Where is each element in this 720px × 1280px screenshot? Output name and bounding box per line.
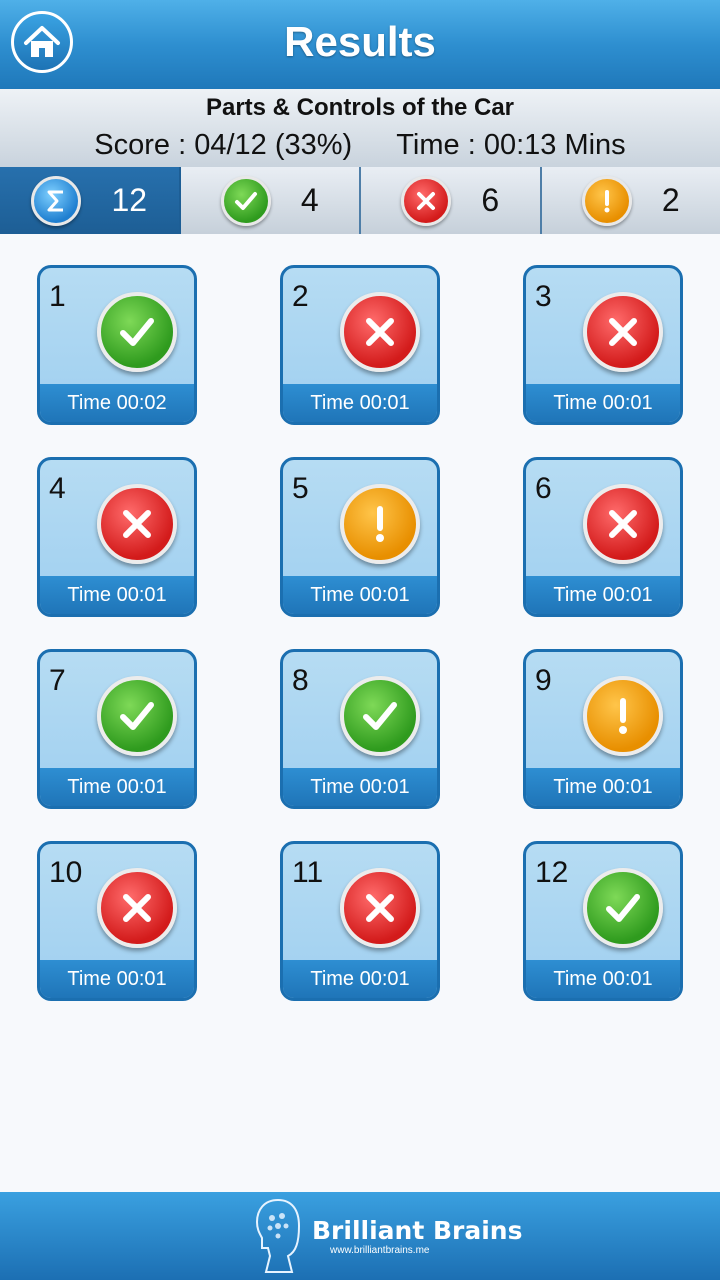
question-card[interactable]: 11 Time 00:01	[280, 841, 440, 1001]
check-icon	[340, 676, 420, 756]
score-line: Score : 04/12 (33%) Time : 00:13 Mins	[0, 129, 720, 162]
brand-url: www.brilliantbrains.me	[330, 1245, 430, 1256]
question-time: Time 00:01	[526, 768, 680, 806]
question-card[interactable]: 9 Time 00:01	[523, 649, 683, 809]
cross-icon	[583, 484, 663, 564]
cross-icon	[340, 868, 420, 948]
cross-icon	[401, 175, 452, 226]
score-text: Score : 04/12 (33%)	[94, 129, 353, 161]
header-bar: Results	[0, 0, 720, 90]
question-time: Time 00:01	[40, 576, 194, 614]
question-number: 10	[49, 856, 83, 889]
brand-logo[interactable]: Brilliant Brains www.brilliantbrains.me	[252, 1196, 523, 1276]
sigma-icon	[31, 175, 82, 226]
tab-all-count: 12	[111, 182, 148, 218]
question-number: 7	[49, 664, 66, 697]
question-time: Time 00:01	[40, 960, 194, 998]
check-icon	[97, 676, 177, 756]
question-card[interactable]: 10 Time 00:01	[37, 841, 197, 1001]
question-time: Time 00:01	[526, 960, 680, 998]
tab-wrong-count: 6	[481, 182, 500, 218]
question-card[interactable]: 5 Time 00:01	[280, 457, 440, 617]
question-time: Time 00:01	[40, 768, 194, 806]
question-number: 6	[535, 472, 552, 505]
quiz-name: Parts & Controls of the Car	[205, 94, 515, 121]
check-icon	[220, 175, 271, 226]
question-time: Time 00:01	[526, 576, 680, 614]
question-time: Time 00:02	[40, 384, 194, 422]
check-icon	[583, 868, 663, 948]
question-time: Time 00:01	[283, 384, 437, 422]
tab-all[interactable]: 12	[0, 167, 181, 234]
tab-skipped-count: 2	[661, 182, 680, 218]
question-number: 3	[535, 280, 552, 313]
footer-bar: Brilliant Brains www.brilliantbrains.me	[0, 1192, 720, 1280]
question-card[interactable]: 12 Time 00:01	[523, 841, 683, 1001]
question-card[interactable]: 3 Time 00:01	[523, 265, 683, 425]
question-card[interactable]: 6 Time 00:01	[523, 457, 683, 617]
time-text: Time : 00:13 Mins	[396, 129, 626, 161]
question-number: 9	[535, 664, 552, 697]
summary-panel: Parts & Controls of the Car Score : 04/1…	[0, 89, 720, 167]
page-title: Results	[284, 18, 436, 65]
question-card[interactable]: 8 Time 00:01	[280, 649, 440, 809]
exclamation-icon	[581, 175, 632, 226]
brain-head-icon	[255, 1198, 301, 1273]
question-number: 11	[292, 856, 324, 889]
question-number: 4	[49, 472, 66, 505]
filter-tabs: 12 4 6 2	[0, 167, 720, 234]
question-number: 2	[292, 280, 309, 313]
cross-icon	[97, 868, 177, 948]
cross-icon	[583, 292, 663, 372]
question-number: 12	[535, 856, 569, 889]
question-time: Time 00:01	[283, 960, 437, 998]
question-card[interactable]: 7 Time 00:01	[37, 649, 197, 809]
question-time: Time 00:01	[526, 384, 680, 422]
exclamation-icon	[583, 676, 663, 756]
tab-skipped[interactable]: 2	[542, 167, 720, 234]
brand-name: Brilliant Brains	[312, 1216, 523, 1245]
tab-correct-count: 4	[300, 182, 319, 218]
tab-correct[interactable]: 4	[181, 167, 361, 234]
question-time: Time 00:01	[283, 768, 437, 806]
question-number: 1	[49, 280, 66, 313]
cross-icon	[340, 292, 420, 372]
question-card[interactable]: 2 Time 00:01	[280, 265, 440, 425]
tab-wrong[interactable]: 6	[361, 167, 542, 234]
question-time: Time 00:01	[283, 576, 437, 614]
question-card[interactable]: 4 Time 00:01	[37, 457, 197, 617]
cross-icon	[97, 484, 177, 564]
check-icon	[97, 292, 177, 372]
question-number: 8	[292, 664, 309, 697]
question-number: 5	[292, 472, 309, 505]
question-card[interactable]: 1 Time 00:02	[37, 265, 197, 425]
exclamation-icon	[340, 484, 420, 564]
